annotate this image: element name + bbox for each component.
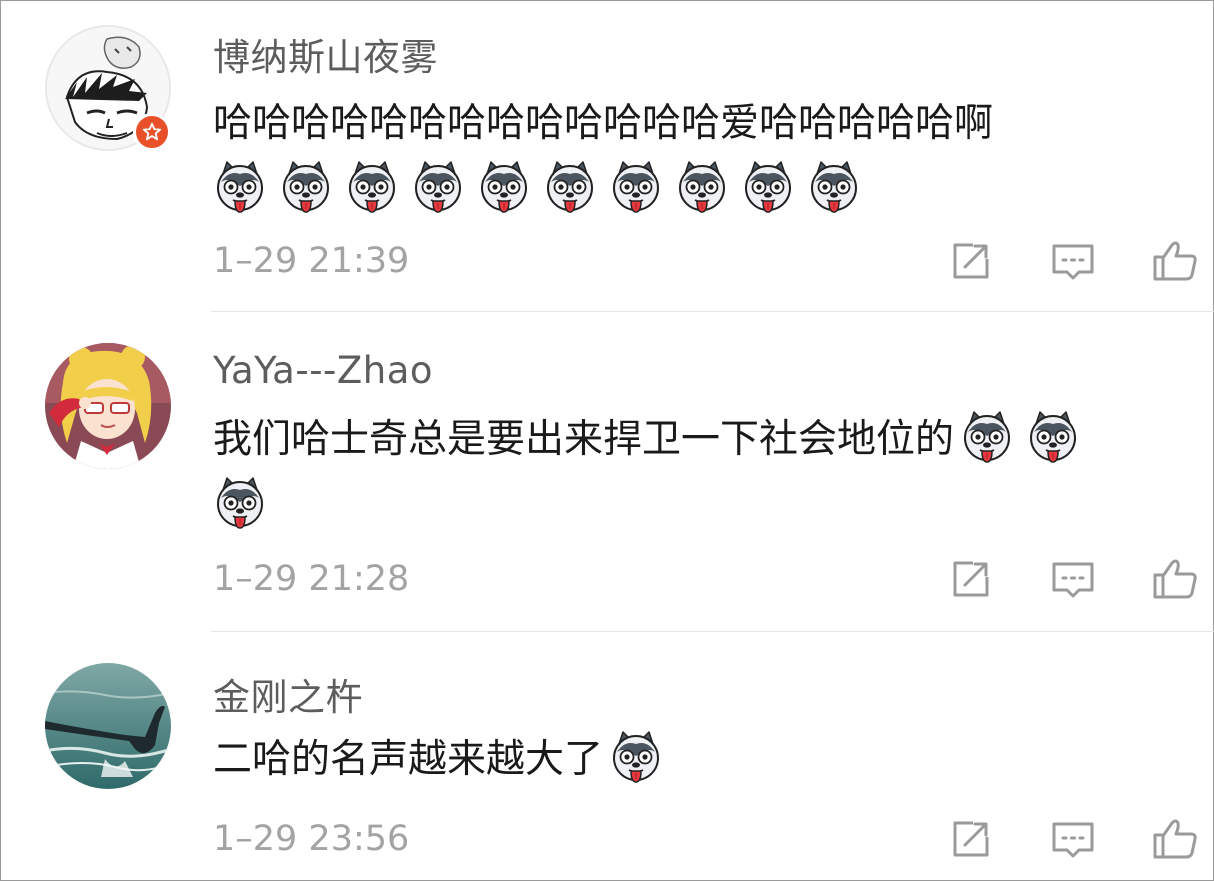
comment-text-line: 我们哈士奇总是要出来捍卫一下社会地位的 [213,407,1203,473]
username[interactable]: YaYa---Zhao [213,349,433,392]
husky-emoji [741,160,795,214]
husky-emoji [477,160,531,214]
husky-emoji-glyph [964,411,1011,463]
husky-emoji [609,730,663,784]
divider [211,631,1214,632]
husky-emoji [345,160,399,214]
divider [211,311,1214,312]
husky-emoji [960,410,1014,464]
comment-text-line: 哈哈哈哈哈哈哈哈哈哈哈哈哈爱哈哈哈哈哈啊 [213,101,994,146]
share-button[interactable] [947,237,995,285]
husky-emoji-glyph [217,161,263,213]
comment-text-span: 二哈的名声越来越大了 [213,737,604,782]
comment-text: 二哈的名声越来越大了 [213,727,1203,793]
husky-emoji-glyph [1030,411,1077,463]
like-button[interactable] [1151,815,1199,863]
reply-button[interactable] [1049,815,1097,863]
husky-emoji-glyph [481,161,527,213]
vip-badge [133,113,171,151]
timestamp: 1–29 23:56 [213,819,410,859]
like-button[interactable] [1151,237,1199,285]
husky-emoji-glyph [415,161,461,213]
husky-emoji [675,160,729,214]
husky-emoji-glyph [283,161,329,213]
share-icon [953,243,989,279]
reply-button[interactable] [1049,237,1097,285]
emoji-row [213,157,1203,223]
comment-text-span: 我们哈士奇总是要出来捍卫一下社会地位的 [213,417,955,462]
comment-icon [1052,562,1094,598]
husky-emoji [411,160,465,214]
husky-emoji [279,160,333,214]
star-icon [142,122,162,141]
husky-emoji-glyph [217,477,263,529]
share-icon [953,561,989,597]
thumbs-up-icon [1153,559,1197,599]
username[interactable]: 博纳斯山夜雾 [213,27,438,81]
timestamp: 1–29 21:28 [213,559,410,599]
reply-button[interactable] [1049,555,1097,603]
avatar[interactable] [45,663,171,789]
husky-emoji [543,160,597,214]
comment-list: 博纳斯山夜雾 哈哈哈哈哈哈哈哈哈哈哈哈哈爱哈哈哈哈哈啊 1–29 21:39 Y… [0,0,1214,881]
husky-emoji-glyph [811,161,857,213]
timestamp: 1–29 21:39 [213,241,410,281]
comment-text: 我们哈士奇总是要出来捍卫一下社会地位的 [213,407,1203,539]
thumbs-up-icon [1153,241,1197,281]
husky-emoji-glyph [613,161,659,213]
thumbs-up-icon [1153,819,1197,859]
share-icon [953,821,989,857]
comment-text-line: 二哈的名声越来越大了 [213,727,1203,793]
emoji-row [213,473,1203,539]
comment-text: 哈哈哈哈哈哈哈哈哈哈哈哈哈爱哈哈哈哈哈啊 [213,91,1203,223]
husky-emoji [1026,410,1080,464]
avatar[interactable] [45,343,171,469]
username[interactable]: 金刚之杵 [213,667,363,721]
husky-emoji [213,476,267,530]
husky-emoji-glyph [547,161,593,213]
like-button[interactable] [1151,555,1199,603]
husky-emoji-glyph [613,731,660,783]
husky-emoji [213,160,267,214]
husky-emoji-glyph [349,161,395,213]
comment-icon [1052,244,1094,280]
husky-emoji-glyph [745,161,791,213]
share-button[interactable] [947,555,995,603]
husky-emoji-glyph [679,161,725,213]
husky-emoji [807,160,861,214]
husky-emoji [609,160,663,214]
comment-icon [1052,822,1094,858]
share-button[interactable] [947,815,995,863]
